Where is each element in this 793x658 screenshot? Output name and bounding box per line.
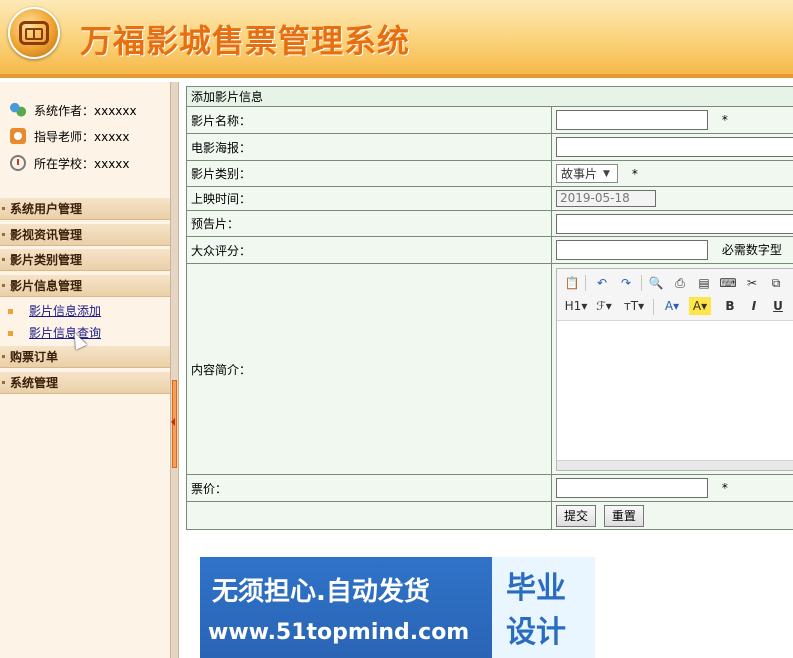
school-info: 所在学校：xxxxx — [10, 155, 130, 171]
banner-slogan: 无须担心.自动发货 — [212, 577, 430, 607]
school-label: 所在学校：xxxxx — [34, 156, 130, 171]
empty-cell — [186, 501, 552, 530]
add-movie-form: 添加影片信息 影片名称： * 电影海报： 影片类别： 故事片 ▼ * 上映时间：… — [186, 86, 793, 530]
intro-label: 内容简介： — [186, 263, 552, 475]
paste-icon[interactable]: 📋 — [563, 274, 581, 292]
submit-button[interactable]: 提交 — [556, 504, 597, 527]
menu-user-management[interactable]: 系统用户管理 — [0, 198, 170, 220]
rating-hint: 必需数字型 — [721, 242, 782, 257]
editor-scrollbar[interactable] — [557, 459, 793, 470]
submenu-add-movie[interactable]: 影片信息添加 — [8, 303, 101, 319]
menu-category-management[interactable]: 影片类别管理 — [0, 249, 170, 271]
print-icon[interactable]: ⎙ — [671, 274, 689, 292]
bullet-icon — [8, 308, 13, 314]
trailer-input[interactable] — [556, 213, 793, 234]
submenu-add-movie-link[interactable]: 影片信息添加 — [29, 303, 101, 319]
template-icon[interactable]: ▤ — [695, 274, 713, 292]
code-icon[interactable]: ⌨ — [719, 274, 737, 292]
font-family-button[interactable]: ℱ▾ — [593, 297, 615, 315]
banner-badge-line2: 设计 — [506, 615, 566, 650]
price-input[interactable] — [556, 478, 708, 498]
author-label: 系统作者：xxxxxx — [34, 103, 137, 118]
app-title: 万福影城售票管理系统 — [80, 22, 411, 60]
chevron-down-icon: ▼ — [603, 168, 610, 179]
category-select[interactable]: 故事片 ▼ — [556, 164, 618, 183]
users-icon — [10, 102, 26, 118]
category-selected: 故事片 — [561, 167, 598, 181]
rich-text-editor[interactable]: 📋 ↶ ↷ 🔍 ⎙ ▤ ⌨ ✂ ⧉ H1▾ ℱ▾ тT▾ A▾ A▾ B I U — [556, 267, 793, 471]
price-label: 票价： — [186, 474, 552, 502]
movie-name-input[interactable] — [556, 110, 708, 130]
required-mark: * — [631, 167, 638, 181]
sidebar: 系统作者：xxxxxx 指导老师：xxxxx 所在学校：xxxxx 系统用户管理… — [0, 82, 170, 658]
category-label: 影片类别： — [186, 160, 552, 187]
poster-input[interactable] — [556, 137, 793, 157]
cut-icon[interactable]: ✂ — [743, 274, 761, 292]
banner-url: www.51topmind.com — [208, 620, 470, 645]
school-icon — [10, 155, 26, 171]
editor-content-area[interactable] — [557, 320, 793, 461]
menu-system-management[interactable]: 系统管理 — [0, 372, 170, 394]
font-color-button[interactable]: A▾ — [661, 297, 683, 315]
logo — [8, 7, 60, 59]
submenu-query-movie[interactable]: 影片信息查询 — [8, 325, 101, 341]
trailer-label: 预告片： — [186, 210, 552, 237]
header-bar: 万福影城售票管理系统 — [0, 0, 793, 78]
poster-label: 电影海报： — [186, 133, 552, 161]
italic-button[interactable]: I — [745, 297, 763, 315]
form-section-title: 添加影片信息 — [186, 86, 793, 107]
sidebar-splitter[interactable] — [170, 82, 179, 658]
teacher-icon — [10, 128, 26, 144]
release-date-input[interactable]: 2019-05-18 — [556, 190, 656, 207]
bullet-icon — [8, 330, 13, 336]
highlight-button[interactable]: A▾ — [689, 296, 711, 315]
author-info: 系统作者：xxxxxx — [10, 102, 137, 118]
required-mark: * — [721, 480, 728, 495]
preview-icon[interactable]: 🔍 — [647, 274, 665, 292]
teacher-info: 指导老师：xxxxx — [10, 128, 130, 144]
submenu-query-movie-link[interactable]: 影片信息查询 — [29, 325, 101, 341]
rating-input[interactable] — [556, 240, 708, 260]
editor-toolbar: 📋 ↶ ↷ 🔍 ⎙ ▤ ⌨ ✂ ⧉ H1▾ ℱ▾ тT▾ A▾ A▾ B I U — [557, 268, 793, 321]
required-mark: * — [721, 112, 728, 127]
bold-button[interactable]: B — [721, 297, 739, 315]
release-label: 上映时间： — [186, 186, 552, 211]
underline-button[interactable]: U — [769, 297, 787, 315]
menu-ticket-orders[interactable]: 购票订单 — [0, 346, 170, 368]
collapse-arrow-icon[interactable] — [171, 418, 175, 426]
name-label: 影片名称： — [186, 106, 552, 134]
undo-icon[interactable]: ↶ — [593, 274, 611, 292]
redo-icon[interactable]: ↷ — [617, 274, 635, 292]
menu-news-management[interactable]: 影视资讯管理 — [0, 224, 170, 246]
reset-button[interactable]: 重置 — [603, 504, 644, 527]
font-size-button[interactable]: тT▾ — [621, 297, 647, 315]
heading-button[interactable]: H1▾ — [563, 297, 589, 315]
banner-badge-line1: 毕业 — [506, 571, 566, 606]
copy-icon[interactable]: ⧉ — [767, 274, 785, 292]
menu-movie-management[interactable]: 影片信息管理 — [0, 275, 170, 297]
rating-label: 大众评分： — [186, 236, 552, 264]
banner-badge: 毕业 设计 — [492, 557, 595, 658]
ad-banner: 无须担心.自动发货 www.51topmind.com 毕业 设计 — [200, 557, 595, 658]
teacher-label: 指导老师：xxxxx — [34, 129, 130, 144]
